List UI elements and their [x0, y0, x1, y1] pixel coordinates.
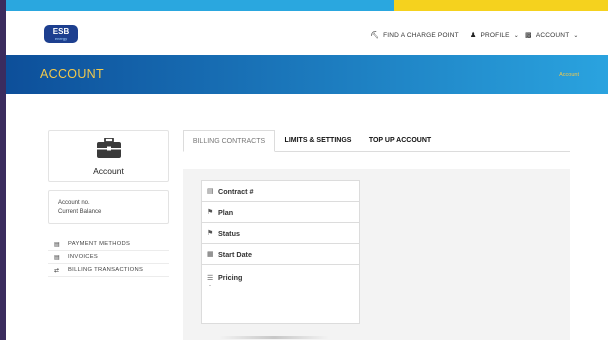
side-item-label: PAYMENT METHODS	[68, 241, 131, 247]
find-charge-point-link[interactable]: ⛏ FIND A CHARGE POINT	[370, 31, 459, 40]
flag-icon: ⚑	[207, 230, 214, 237]
profile-menu[interactable]: ♟ PROFILE ⌄	[470, 31, 519, 40]
side-item-label: INVOICES	[68, 254, 99, 260]
briefcase-icon	[97, 138, 121, 158]
logo-subtext: energy	[54, 36, 68, 41]
side-item-invoices[interactable]: ▤ INVOICES	[48, 251, 169, 264]
card-icon: ▤	[207, 188, 214, 195]
tab-bar: BILLING CONTRACTS LIMITS & SETTINGS TOP …	[183, 130, 570, 152]
account-card-label: Account	[93, 166, 124, 176]
invoice-icon: ▤	[54, 254, 60, 261]
row-label: Status	[218, 228, 240, 238]
contracts-panel: ▤ Contract # ⚑ Plan ⚑ Status ▦ Start Dat…	[183, 169, 570, 340]
account-card: Account	[48, 130, 169, 182]
page-banner: ACCOUNT Account	[6, 55, 608, 94]
status-row: ⚑ Status	[202, 223, 359, 244]
balance-card: Account no. Current Balance	[48, 190, 169, 224]
chevron-down-icon: ⌄	[573, 32, 579, 39]
scroll-shadow	[219, 336, 329, 339]
side-item-payment-methods[interactable]: ▤ PAYMENT METHODS	[48, 238, 169, 251]
coins-icon: ☰	[207, 274, 214, 282]
side-menu: ▤ PAYMENT METHODS ▤ INVOICES ⇄ BILLING T…	[48, 238, 169, 277]
person-icon: ♟	[470, 32, 477, 39]
find-charge-point-label: FIND A CHARGE POINT	[383, 31, 459, 39]
tab-billing-contracts[interactable]: BILLING CONTRACTS	[183, 130, 275, 152]
row-label: Plan	[218, 207, 234, 217]
credit-card-icon: ▤	[54, 241, 60, 248]
account-number-label: Account no.	[58, 200, 90, 206]
row-label: Contract #	[218, 186, 254, 196]
top-navbar: ESB energy ⛏ FIND A CHARGE POINT ♟ PROFI…	[6, 11, 608, 55]
esb-logo[interactable]: ESB energy	[44, 25, 78, 43]
row-label: Start Date	[218, 249, 252, 259]
chevron-down-icon: ⌄	[513, 32, 519, 39]
briefcase-icon: ▩	[525, 32, 532, 39]
account-menu-label: ACCOUNT	[535, 31, 570, 39]
page-title: ACCOUNT	[40, 67, 104, 81]
account-menu[interactable]: ▩ ACCOUNT ⌄	[525, 31, 579, 40]
plan-row: ⚑ Plan	[202, 202, 359, 223]
start-date-row: ▦ Start Date	[202, 244, 359, 265]
side-item-label: BILLING TRANSACTIONS	[68, 267, 144, 273]
calendar-icon: ▦	[207, 251, 214, 258]
plug-icon: ⛏	[370, 32, 380, 39]
flag-icon: ⚑	[207, 209, 214, 216]
row-label: Pricing	[218, 273, 243, 282]
breadcrumb[interactable]: Account	[559, 72, 579, 78]
contract-number-row: ▤ Contract #	[202, 181, 359, 202]
contract-details-table: ▤ Contract # ⚑ Plan ⚑ Status ▦ Start Dat…	[201, 180, 360, 324]
stripe-blue	[6, 0, 394, 11]
tab-top-up-account[interactable]: TOP UP ACCOUNT	[363, 130, 437, 152]
pricing-row: ☰ Pricing -	[202, 265, 359, 323]
exchange-icon: ⇄	[54, 267, 60, 274]
profile-label: PROFILE	[480, 31, 510, 39]
brand-stripe	[6, 0, 608, 11]
side-item-billing-transactions[interactable]: ⇄ BILLING TRANSACTIONS	[48, 264, 169, 277]
pricing-value: -	[209, 283, 211, 289]
current-balance-label: Current Balance	[58, 209, 102, 215]
stripe-yellow	[394, 0, 608, 11]
tab-limits-settings[interactable]: LIMITS & SETTINGS	[279, 130, 357, 152]
